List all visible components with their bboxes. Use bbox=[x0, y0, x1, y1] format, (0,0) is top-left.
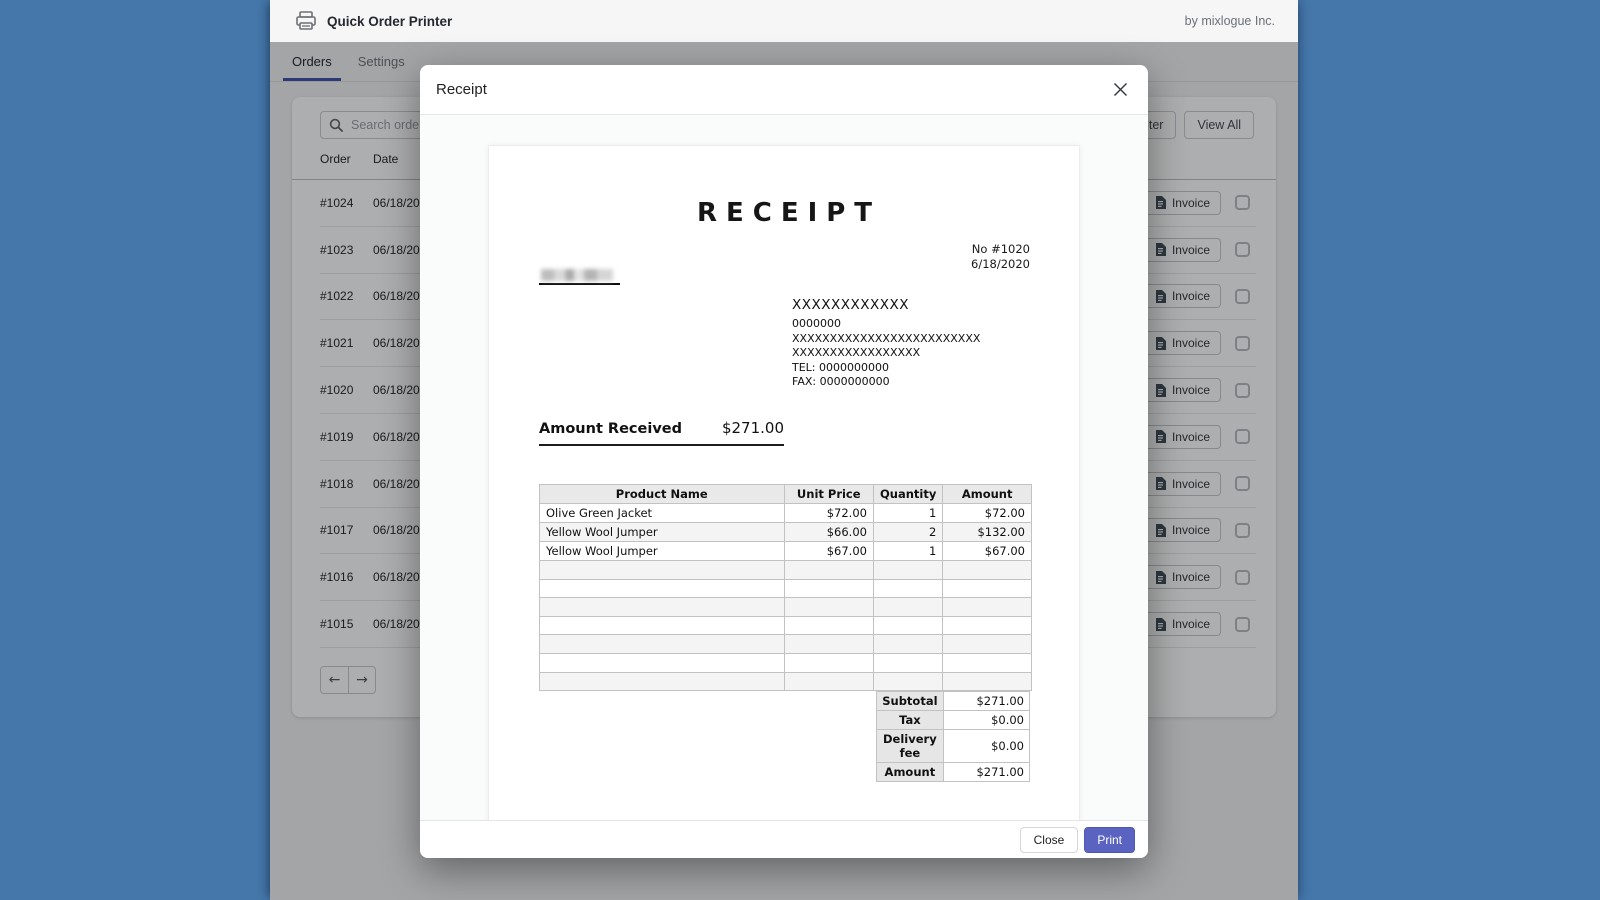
app-title: Quick Order Printer bbox=[327, 14, 452, 29]
cell-product-name: Yellow Wool Jumper bbox=[540, 541, 785, 560]
product-table-body: Olive Green Jacket$72.001$72.00Yellow Wo… bbox=[540, 503, 1032, 690]
product-row-empty bbox=[540, 579, 1032, 598]
product-table: Product Name Unit Price Quantity Amount … bbox=[539, 484, 1032, 691]
cell-unit-price: $72.00 bbox=[784, 503, 873, 522]
seller-name: XXXXXXXXXXXX bbox=[792, 297, 1030, 313]
redacted-customer-name bbox=[541, 269, 613, 281]
header-unit-price: Unit Price bbox=[784, 484, 873, 503]
cell-product-name: Yellow Wool Jumper bbox=[540, 522, 785, 541]
product-row-empty bbox=[540, 616, 1032, 635]
summary-label: Subtotal bbox=[877, 692, 944, 711]
amount-received: Amount Received $271.00 bbox=[539, 419, 784, 446]
cell-amount: $67.00 bbox=[943, 541, 1032, 560]
cell-unit-price: $66.00 bbox=[784, 522, 873, 541]
cell-amount: $72.00 bbox=[943, 503, 1032, 522]
seller-fax: FAX: 0000000000 bbox=[792, 375, 1030, 390]
summary-row: Delivery fee$0.00 bbox=[877, 730, 1030, 763]
printer-icon bbox=[295, 11, 317, 31]
seller-address1: XXXXXXXXXXXXXXXXXXXXXXXXX bbox=[792, 332, 1030, 347]
cell-quantity: 1 bbox=[873, 541, 942, 560]
close-icon bbox=[1113, 82, 1128, 97]
header-product-name: Product Name bbox=[540, 484, 785, 503]
summary-value: $0.00 bbox=[943, 730, 1029, 763]
receipt-heading: RECEIPT bbox=[539, 198, 1030, 228]
summary-row: Subtotal$271.00 bbox=[877, 692, 1030, 711]
summary-row: Amount$271.00 bbox=[877, 763, 1030, 782]
receipt-paper: RECEIPT No #1020 6/18/2020 XXXXXXXXXXXX … bbox=[488, 145, 1080, 820]
product-row-empty bbox=[540, 560, 1032, 579]
summary-row: Tax$0.00 bbox=[877, 711, 1030, 730]
product-row: Olive Green Jacket$72.001$72.00 bbox=[540, 503, 1032, 522]
receipt-number: No #1020 bbox=[539, 242, 1030, 257]
summary-label: Amount bbox=[877, 763, 944, 782]
summary-table: Subtotal$271.00Tax$0.00Delivery fee$0.00… bbox=[876, 691, 1030, 782]
summary-table-body: Subtotal$271.00Tax$0.00Delivery fee$0.00… bbox=[877, 692, 1030, 782]
seller-tel: TEL: 0000000000 bbox=[792, 361, 1030, 376]
product-row: Yellow Wool Jumper$67.001$67.00 bbox=[540, 541, 1032, 560]
modal-print-button[interactable]: Print bbox=[1084, 827, 1135, 853]
header-quantity: Quantity bbox=[873, 484, 942, 503]
product-row-empty bbox=[540, 672, 1032, 691]
seller-address2: XXXXXXXXXXXXXXXXX bbox=[792, 346, 1030, 361]
product-row-empty bbox=[540, 598, 1032, 617]
summary-label: Tax bbox=[877, 711, 944, 730]
customer-name-line bbox=[539, 263, 620, 285]
modal-footer: Close Print bbox=[420, 820, 1148, 858]
modal-body[interactable]: RECEIPT No #1020 6/18/2020 XXXXXXXXXXXX … bbox=[420, 115, 1148, 820]
modal-header: Receipt bbox=[420, 65, 1148, 115]
amount-received-value: $271.00 bbox=[722, 419, 784, 437]
product-row-empty bbox=[540, 635, 1032, 654]
modal-close-button[interactable]: Close bbox=[1020, 827, 1079, 853]
product-row: Yellow Wool Jumper$66.002$132.00 bbox=[540, 522, 1032, 541]
cell-unit-price: $67.00 bbox=[784, 541, 873, 560]
cell-quantity: 1 bbox=[873, 503, 942, 522]
summary-value: $271.00 bbox=[943, 692, 1029, 711]
cell-product-name: Olive Green Jacket bbox=[540, 503, 785, 522]
receipt-modal: Receipt RECEIPT No #1020 6/18/2020 XXXXX… bbox=[420, 65, 1148, 858]
seller-info: XXXXXXXXXXXX 0000000 XXXXXXXXXXXXXXXXXXX… bbox=[792, 297, 1030, 390]
summary-value: $0.00 bbox=[943, 711, 1029, 730]
app-topbar: Quick Order Printer by mixlogue Inc. bbox=[270, 0, 1298, 42]
cell-amount: $132.00 bbox=[943, 522, 1032, 541]
modal-title: Receipt bbox=[436, 81, 487, 98]
amount-received-label: Amount Received bbox=[539, 421, 682, 437]
app-byline: by mixlogue Inc. bbox=[1185, 14, 1275, 28]
cell-quantity: 2 bbox=[873, 522, 942, 541]
summary-value: $271.00 bbox=[943, 763, 1029, 782]
product-table-header-row: Product Name Unit Price Quantity Amount bbox=[540, 484, 1032, 503]
seller-postal: 0000000 bbox=[792, 317, 1030, 332]
close-button[interactable] bbox=[1108, 78, 1132, 102]
summary-label: Delivery fee bbox=[877, 730, 944, 763]
product-row-empty bbox=[540, 653, 1032, 672]
header-amount: Amount bbox=[943, 484, 1032, 503]
